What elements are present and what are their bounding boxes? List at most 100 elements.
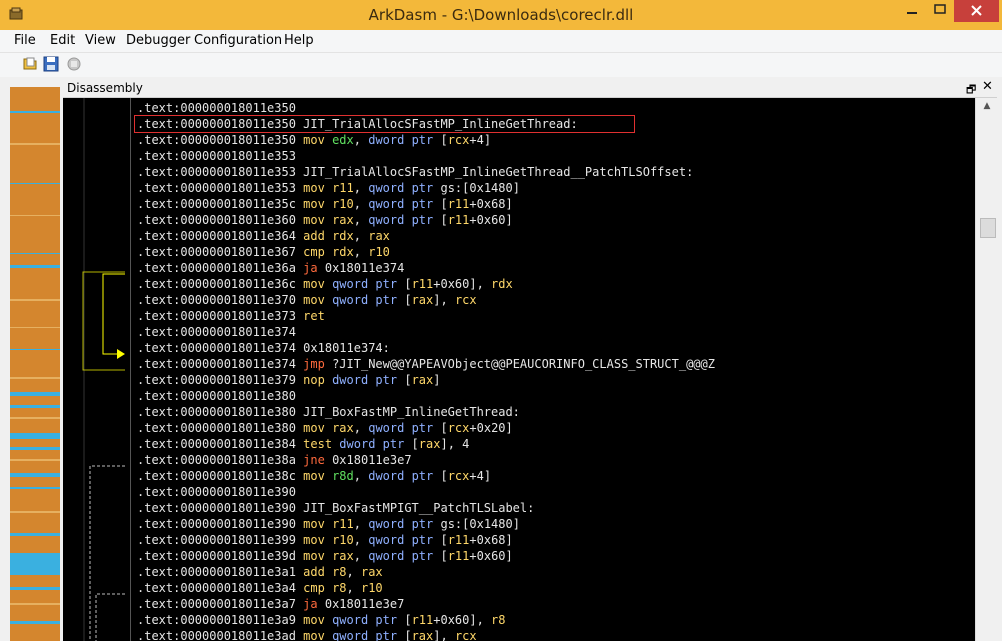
code-line[interactable]: .text:000000018011e36c mov qword ptr [r1…: [137, 276, 513, 292]
code-token: mov: [303, 533, 333, 547]
code-line[interactable]: .text:000000018011e374: [137, 324, 296, 340]
code-line[interactable]: .text:000000018011e350 JIT_TrialAllocSFa…: [137, 116, 578, 132]
code-line[interactable]: .text:000000018011e373 ret: [137, 308, 325, 324]
code-token: nop: [303, 373, 333, 387]
code-token: dword ptr: [339, 437, 412, 451]
code-line[interactable]: .text:000000018011e390 mov r11, qword pt…: [137, 516, 520, 532]
code-line[interactable]: .text:000000018011e390: [137, 484, 296, 500]
code-token: 0x18011e3e7: [324, 597, 405, 611]
code-token: ,: [353, 213, 369, 227]
code-token: r11: [411, 613, 434, 627]
code-token: add: [303, 229, 333, 243]
code-line[interactable]: .text:000000018011e364 add rdx, rax: [137, 228, 390, 244]
code-token: r10: [368, 245, 390, 259]
code-line[interactable]: .text:000000018011e38a jne 0x18011e3e7: [137, 452, 412, 468]
code-line[interactable]: .text:000000018011e35c mov r10, qword pt…: [137, 196, 513, 212]
maximize-button[interactable]: [926, 0, 954, 22]
code-line[interactable]: .text:000000018011e374 0x18011e374:: [137, 340, 390, 356]
code-token: [: [440, 213, 448, 227]
minimize-button[interactable]: [898, 0, 926, 22]
branch-arrow-icon: [117, 349, 125, 359]
code-line[interactable]: .text:000000018011e380 mov rax, qword pt…: [137, 420, 513, 436]
code-token: .text:000000018011e390: [137, 517, 304, 531]
code-line[interactable]: .text:000000018011e3a1 add r8, rax: [137, 564, 383, 580]
code-line[interactable]: .text:000000018011e379 nop dword ptr [ra…: [137, 372, 440, 388]
disassembly-listing[interactable]: .text:000000018011e350 .text:000000018011…: [130, 98, 975, 641]
toolbar: [0, 53, 1002, 77]
code-token: .text:000000018011e39d: [137, 549, 304, 563]
scroll-up-icon[interactable]: ▲: [976, 98, 998, 114]
code-token: .text:000000018011e38a: [137, 453, 304, 467]
code-token: gs:[0x1480]: [440, 517, 520, 531]
save-icon[interactable]: [43, 56, 59, 72]
code-token: .text:000000018011e379: [137, 373, 304, 387]
menu-debugger[interactable]: Debugger: [126, 33, 190, 48]
menu-configuration[interactable]: Configuration: [194, 33, 282, 48]
code-token: ,: [353, 245, 369, 259]
code-token: ja: [303, 261, 325, 275]
code-line[interactable]: .text:000000018011e350 mov edx, dword pt…: [137, 132, 491, 148]
close-button[interactable]: [954, 0, 999, 22]
menu-edit[interactable]: Edit: [50, 33, 75, 48]
code-line[interactable]: .text:000000018011e390 JIT_BoxFastMPIGT_…: [137, 500, 534, 516]
code-line[interactable]: .text:000000018011e353: [137, 148, 296, 164]
code-line[interactable]: .text:000000018011e374 jmp ?JIT_New@@YAP…: [137, 356, 715, 372]
code-token: mov: [303, 181, 333, 195]
code-token: qword ptr: [368, 549, 441, 563]
code-token: .text:000000018011e3ad: [137, 629, 304, 641]
code-token: ret: [303, 309, 325, 323]
code-token: dword ptr: [368, 469, 441, 483]
code-token: r8d: [332, 469, 354, 483]
code-token: +0x60],: [433, 277, 492, 291]
code-line[interactable]: .text:000000018011e380: [137, 388, 296, 404]
code-line[interactable]: .text:000000018011e353 JIT_TrialAllocSFa…: [137, 164, 693, 180]
code-line[interactable]: .text:000000018011e353 mov r11, qword pt…: [137, 180, 520, 196]
panel-close-icon[interactable]: ✕: [982, 79, 993, 94]
overview-strip[interactable]: [10, 87, 60, 641]
code-token: [: [440, 533, 448, 547]
overview-panel: [0, 79, 63, 641]
open-icon[interactable]: [22, 56, 38, 72]
code-line[interactable]: .text:000000018011e370 mov qword ptr [ra…: [137, 292, 477, 308]
code-line[interactable]: .text:000000018011e350: [137, 100, 296, 116]
scroll-thumb[interactable]: [980, 218, 996, 238]
code-token: .text:000000018011e38c: [137, 469, 304, 483]
code-line[interactable]: .text:000000018011e3ad mov qword ptr [ra…: [137, 628, 477, 641]
code-line[interactable]: .text:000000018011e3a4 cmp r8, r10: [137, 580, 383, 596]
code-line[interactable]: .text:000000018011e38c mov r8d, dword pt…: [137, 468, 491, 484]
branch-graph: [63, 98, 130, 641]
code-line[interactable]: .text:000000018011e360 mov rax, qword pt…: [137, 212, 513, 228]
code-line[interactable]: .text:000000018011e399 mov r10, qword pt…: [137, 532, 513, 548]
code-token: r8: [332, 581, 347, 595]
code-token: [: [404, 613, 412, 627]
vertical-scrollbar[interactable]: ▲: [975, 98, 998, 641]
menu-help[interactable]: Help: [284, 33, 314, 48]
code-token: 0x18011e374:: [303, 341, 390, 355]
code-token: .text:000000018011e380: [137, 421, 304, 435]
code-line[interactable]: .text:000000018011e367 cmp rdx, r10: [137, 244, 390, 260]
code-line[interactable]: .text:000000018011e39d mov rax, qword pt…: [137, 548, 513, 564]
code-token: .text:000000018011e374: [137, 341, 304, 355]
menu-file[interactable]: File: [14, 33, 36, 48]
code-line[interactable]: .text:000000018011e380 JIT_BoxFastMP_Inl…: [137, 404, 520, 420]
code-token: ,: [346, 581, 361, 595]
code-token: mov: [303, 629, 333, 641]
code-line[interactable]: .text:000000018011e384 test dword ptr [r…: [137, 436, 469, 452]
branch-arrows: [82, 98, 125, 641]
code-line[interactable]: .text:000000018011e3a9 mov qword ptr [r1…: [137, 612, 506, 628]
disabled-icon[interactable]: [66, 56, 82, 72]
code-token: r11: [332, 181, 354, 195]
code-token: ,: [353, 133, 369, 147]
menu-view[interactable]: View: [85, 33, 116, 48]
code-token: .text:000000018011e360: [137, 213, 304, 227]
code-token: ,: [353, 517, 369, 531]
code-token: JIT_TrialAllocSFastMP_InlineGetThread__P…: [303, 165, 694, 179]
code-line[interactable]: .text:000000018011e3a7 ja 0x18011e3e7: [137, 596, 404, 612]
code-token: +0x20]: [469, 421, 513, 435]
code-token: mov: [303, 549, 333, 563]
code-token: r8: [332, 565, 347, 579]
code-token: ,: [353, 197, 369, 211]
code-token: r10: [332, 533, 354, 547]
code-token: r8: [491, 613, 506, 627]
code-line[interactable]: .text:000000018011e36a ja 0x18011e374: [137, 260, 404, 276]
